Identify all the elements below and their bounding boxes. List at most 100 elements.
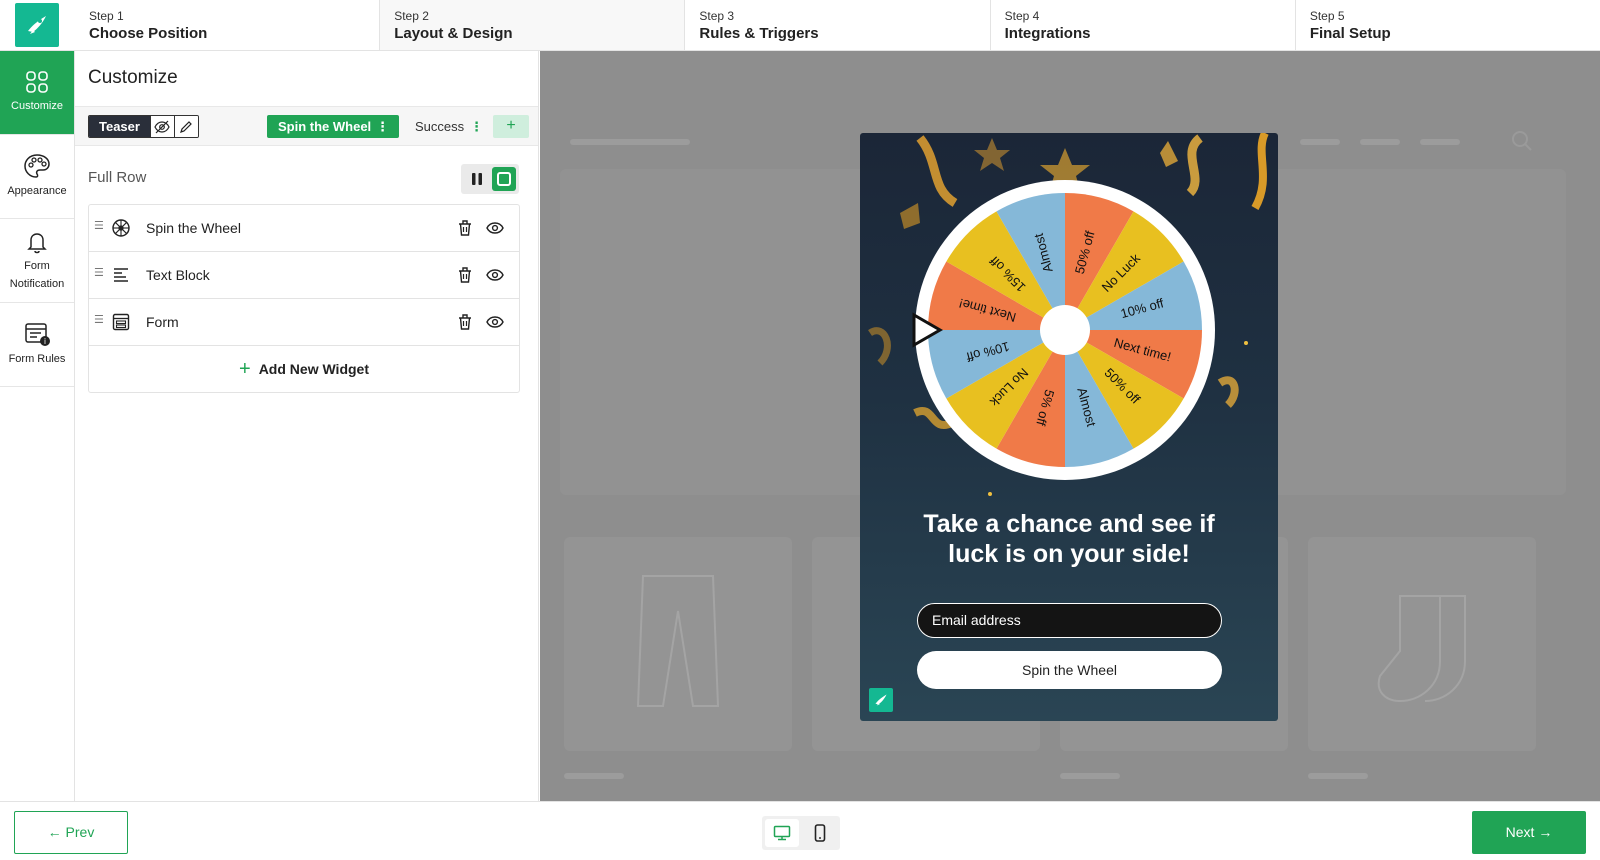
teaser-group: Teaser: [88, 115, 199, 138]
eye-off-icon: [154, 120, 171, 133]
eye-icon[interactable]: [485, 312, 505, 332]
email-field[interactable]: Email address: [917, 603, 1222, 638]
popup-background-art: 50% off No Luck10% offNext time!50% offAl…: [868, 133, 1269, 496]
trash-icon[interactable]: [455, 312, 475, 332]
desktop-view-button[interactable]: [765, 819, 799, 847]
columns-icon: [472, 173, 482, 185]
tab-label: Spin the Wheel: [278, 119, 372, 134]
step-choose-position[interactable]: Step 1 Choose Position: [75, 0, 381, 50]
widget-row[interactable]: ☰ Spin the Wheel: [89, 205, 519, 252]
ghost-caption: [1060, 773, 1120, 779]
row-layout-toggle: [461, 164, 519, 194]
wheel-icon: [112, 219, 130, 237]
step-layout-design[interactable]: Step 2 Layout & Design: [380, 0, 686, 50]
popup-preview[interactable]: 50% off No Luck 10% off Next time! 50% off Al…: [860, 133, 1278, 721]
confetti-piece: [900, 203, 920, 229]
ghost-nav: [1360, 139, 1400, 145]
widget-row[interactable]: ☰ Form: [89, 299, 519, 346]
panel-title: Customize: [88, 67, 178, 88]
brand-logo-icon: [869, 688, 893, 712]
tab-success[interactable]: Success ⋮: [411, 115, 487, 138]
teaser-edit-button[interactable]: [173, 116, 198, 137]
spin-the-wheel-button[interactable]: Spin the Wheel: [917, 651, 1222, 689]
rail-item-appearance[interactable]: Appearance: [0, 135, 74, 219]
prize-wheel[interactable]: 50% off No Luck10% offNext time!50% offAl…: [915, 180, 1215, 480]
headline-line: luck is on your side!: [948, 540, 1190, 568]
confetti-ribbon: [1186, 134, 1204, 197]
rail-item-form-notification[interactable]: Form Notification: [0, 219, 74, 303]
step-number: Step 5: [1309, 9, 1345, 23]
ghost-caption: [1308, 773, 1368, 779]
wheel-hub: [1040, 305, 1090, 355]
app: Step 1 Choose Position Step 2 Layout & D…: [0, 0, 1600, 860]
add-widget-label: Add New Widget: [258, 361, 369, 377]
left-rail: Customize Appearance Form Notification i…: [0, 51, 75, 801]
form-icon: [112, 313, 130, 331]
two-column-layout-button[interactable]: [467, 169, 487, 189]
confetti-ribbon: [1217, 376, 1239, 408]
trash-icon[interactable]: [455, 218, 475, 238]
mobile-view-button[interactable]: [803, 819, 837, 847]
step-number: Step 2: [394, 9, 429, 23]
step-title: Choose Position: [89, 25, 208, 42]
confetti-ribbon: [868, 327, 891, 366]
full-row-layout-button[interactable]: [492, 167, 516, 191]
rail-item-form-rules[interactable]: i Form Rules: [0, 303, 74, 387]
step-integrations[interactable]: Step 4 Integrations: [990, 0, 1296, 50]
sparkle: [1244, 341, 1248, 345]
tab-menu-icon[interactable]: ⋮: [376, 115, 389, 138]
palette-icon: [24, 154, 50, 178]
pencil-icon: [180, 120, 193, 133]
ghost-caption: [564, 773, 624, 779]
rail-label: Appearance: [7, 185, 67, 197]
widget-row[interactable]: ☰ Text Block: [89, 252, 519, 299]
footer-bar: ← Prev Next →: [0, 801, 1600, 860]
ghost-nav: [1300, 139, 1340, 145]
rail-item-customize[interactable]: Customize: [0, 51, 74, 135]
trash-icon[interactable]: [455, 265, 475, 285]
row-label: Full Row: [88, 169, 147, 186]
widget-list: ☰ Spin the Wheel ☰ Text Block ☰ Form + A…: [88, 204, 520, 393]
widget-label: Spin the Wheel: [146, 220, 241, 236]
add-tab-button[interactable]: +: [493, 115, 529, 138]
next-button[interactable]: Next →: [1472, 811, 1586, 854]
mobile-icon: [814, 824, 826, 842]
tab-menu-icon[interactable]: ⋮: [470, 115, 483, 138]
prev-button[interactable]: ← Prev: [14, 811, 128, 854]
rail-label: Form Notification: [9, 259, 65, 290]
add-widget-button[interactable]: + Add New Widget: [89, 346, 519, 392]
tab-label: Success: [415, 119, 465, 134]
full-row-icon: [497, 172, 511, 186]
drag-handle-icon[interactable]: ☰: [94, 313, 104, 326]
rail-label: Form Rules: [8, 353, 66, 365]
star-shape: [974, 138, 1010, 171]
eye-icon[interactable]: [485, 265, 505, 285]
rail-label: Customize: [11, 100, 63, 112]
ghost-search-icon: [1512, 131, 1532, 151]
tab-spin-the-wheel[interactable]: Spin the Wheel ⋮: [267, 115, 399, 138]
step-header: Step 1 Choose Position Step 2 Layout & D…: [0, 0, 1600, 51]
widget-label: Form: [146, 314, 179, 330]
desktop-icon: [773, 825, 791, 841]
confetti-ribbon: [1251, 133, 1269, 210]
drag-handle-icon[interactable]: ☰: [94, 266, 104, 279]
bell-icon: [27, 232, 47, 253]
step-rules-triggers[interactable]: Step 3 Rules & Triggers: [685, 0, 991, 50]
step-final-setup[interactable]: Step 5 Final Setup: [1295, 0, 1600, 50]
step-number: Step 1: [89, 9, 124, 23]
teaser-tab[interactable]: Teaser: [89, 116, 150, 137]
popup-headline: Take a chance and see if luck is on your…: [860, 509, 1278, 569]
ghost-socks-icon: [1377, 595, 1466, 703]
teaser-hide-button[interactable]: [149, 116, 174, 137]
steps-nav: Step 1 Choose Position Step 2 Layout & D…: [75, 0, 1600, 50]
grid-icon: [26, 71, 48, 93]
device-toggle: [762, 816, 840, 850]
ghost-nav: [1420, 139, 1460, 145]
eye-icon[interactable]: [485, 218, 505, 238]
customize-panel: Customize Teaser Spin the Wheel ⋮ Succes…: [75, 51, 539, 801]
plus-icon: +: [239, 358, 251, 380]
form-rules-icon: i: [25, 323, 50, 346]
app-logo[interactable]: [15, 3, 59, 47]
confetti-piece: [1160, 141, 1178, 167]
drag-handle-icon[interactable]: ☰: [94, 219, 104, 232]
